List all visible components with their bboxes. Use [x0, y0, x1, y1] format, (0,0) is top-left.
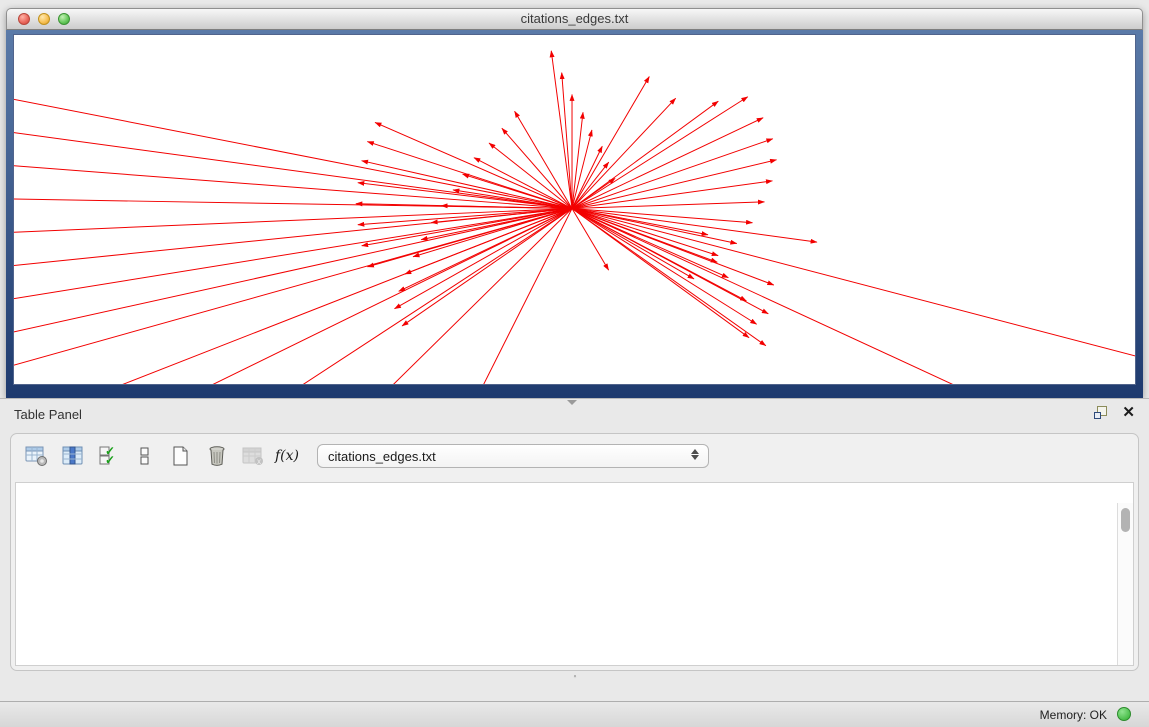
table-panel: Table Panel ✕ ✓✓: [0, 398, 1149, 727]
table-type-tabs: [574, 675, 576, 677]
delete-table-icon[interactable]: [201, 441, 233, 471]
table-selector-dropdown[interactable]: citations_edges.txt: [317, 444, 709, 468]
table-scrollbar[interactable]: [1117, 503, 1133, 665]
traffic-lights: [18, 13, 70, 25]
minimize-window-icon[interactable]: [38, 13, 50, 25]
network-canvas[interactable]: [13, 34, 1136, 385]
status-bar: Memory: OK: [0, 701, 1149, 727]
select-columns-icon[interactable]: ✓✓: [93, 441, 125, 471]
network-window: citations_edges.txt: [6, 8, 1143, 398]
close-window-icon[interactable]: [18, 13, 30, 25]
function-builder-icon[interactable]: f(x): [275, 448, 299, 464]
zoom-window-icon[interactable]: [58, 13, 70, 25]
citation-network-graph[interactable]: [14, 35, 1135, 384]
new-table-icon[interactable]: [165, 441, 197, 471]
network-desktop: [6, 30, 1143, 398]
combo-stepper-icon: [691, 449, 699, 460]
memory-status-label: Memory: OK: [1040, 708, 1107, 722]
memory-status-icon[interactable]: [1117, 707, 1131, 721]
import-table-icon[interactable]: x: [237, 441, 269, 471]
table-selector-value: citations_edges.txt: [328, 449, 436, 464]
svg-text:x: x: [257, 457, 261, 466]
close-panel-icon[interactable]: ✕: [1122, 406, 1135, 419]
table-panel-title: Table Panel: [14, 407, 82, 422]
row-height-icon[interactable]: [129, 441, 161, 471]
window-title: citations_edges.txt: [7, 9, 1142, 29]
svg-text:✓: ✓: [105, 453, 115, 467]
table-scrollbar-thumb[interactable]: [1121, 508, 1130, 532]
node-table: [15, 482, 1134, 666]
window-titlebar[interactable]: citations_edges.txt: [6, 8, 1143, 30]
table-panel-titlebar: Table Panel ✕: [0, 399, 1149, 431]
table-panel-body: ✓✓ x f(x) citations_edges.txt: [10, 433, 1139, 671]
table-settings-icon[interactable]: [21, 441, 53, 471]
table-column-icon[interactable]: [57, 441, 89, 471]
table-toolbar: ✓✓ x f(x) citations_edges.txt: [11, 434, 1138, 478]
float-panel-icon[interactable]: [1094, 406, 1107, 419]
